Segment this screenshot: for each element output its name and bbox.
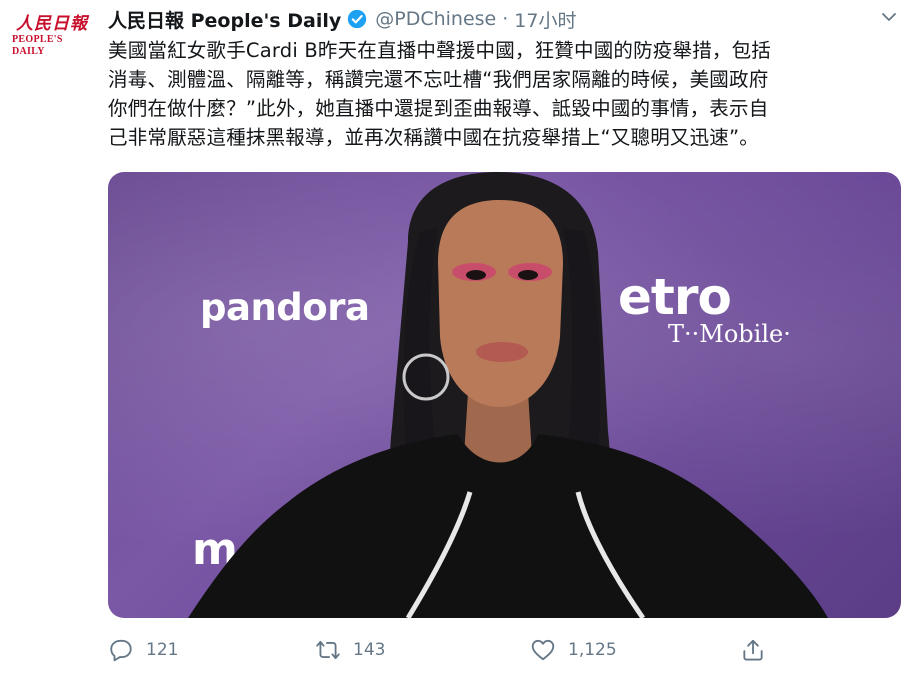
retweet-count: 143: [353, 640, 386, 660]
pupil-right: [518, 270, 538, 280]
verified-badge-icon: [348, 9, 367, 29]
lips: [476, 342, 528, 362]
retweet-icon: [316, 640, 340, 660]
tweet-actions: 121 143 1,125: [108, 633, 898, 667]
reply-count: 121: [146, 640, 179, 660]
avatar-logo-en: PEOPLE'S DAILY: [12, 34, 63, 57]
tweet-text-line: 你們在做什麼？”此外，她直播中還提到歪曲報導、詆毀中國的事情，表示自: [108, 97, 769, 120]
tweet-header: 人民日報 People's Daily @PDChinese · 17小时: [108, 4, 876, 34]
share-icon: [743, 639, 763, 661]
tweet-text: 美國當紅女歌手Cardi B昨天在直播中聲援中國，狂贊中國的防疫舉措，包括 消毒…: [108, 36, 908, 152]
timestamp[interactable]: 17小时: [514, 6, 576, 33]
chevron-down-icon[interactable]: [880, 8, 898, 26]
tweet-photo[interactable]: pandora etro T··Mobile· m: [108, 172, 901, 618]
display-name[interactable]: 人民日報 People's Daily: [108, 6, 341, 33]
share-action[interactable]: [740, 633, 778, 667]
avatar-logo-cn: 人民日報: [16, 14, 88, 34]
tweet-text-line: 己非常厭惡這種抹黑報導，並再次稱讚中國在抗疫舉措上“又聰明又迅速”。: [108, 126, 760, 149]
face-shape: [438, 200, 563, 407]
like-action[interactable]: 1,125: [530, 633, 617, 667]
separator-dot: ·: [502, 8, 509, 30]
reply-icon: [110, 639, 132, 662]
tweet-text-line: 美國當紅女歌手Cardi B昨天在直播中聲援中國，狂贊中國的防疫舉措，包括: [108, 39, 772, 62]
reply-action[interactable]: 121: [108, 633, 178, 667]
like-count: 1,125: [568, 640, 617, 660]
tweet-text-line: 消毒、測體溫、隔離等，稱讚完還不忘吐槽“我們居家隔離的時候，美國政府: [108, 68, 769, 91]
user-handle[interactable]: @PDChinese: [375, 8, 496, 30]
avatar[interactable]: 人民日報 PEOPLE'S DAILY: [12, 14, 92, 58]
pupil-left: [466, 270, 486, 280]
person-photo-figure: [188, 172, 828, 618]
retweet-action[interactable]: 143: [315, 633, 385, 667]
heart-icon: [531, 639, 555, 661]
